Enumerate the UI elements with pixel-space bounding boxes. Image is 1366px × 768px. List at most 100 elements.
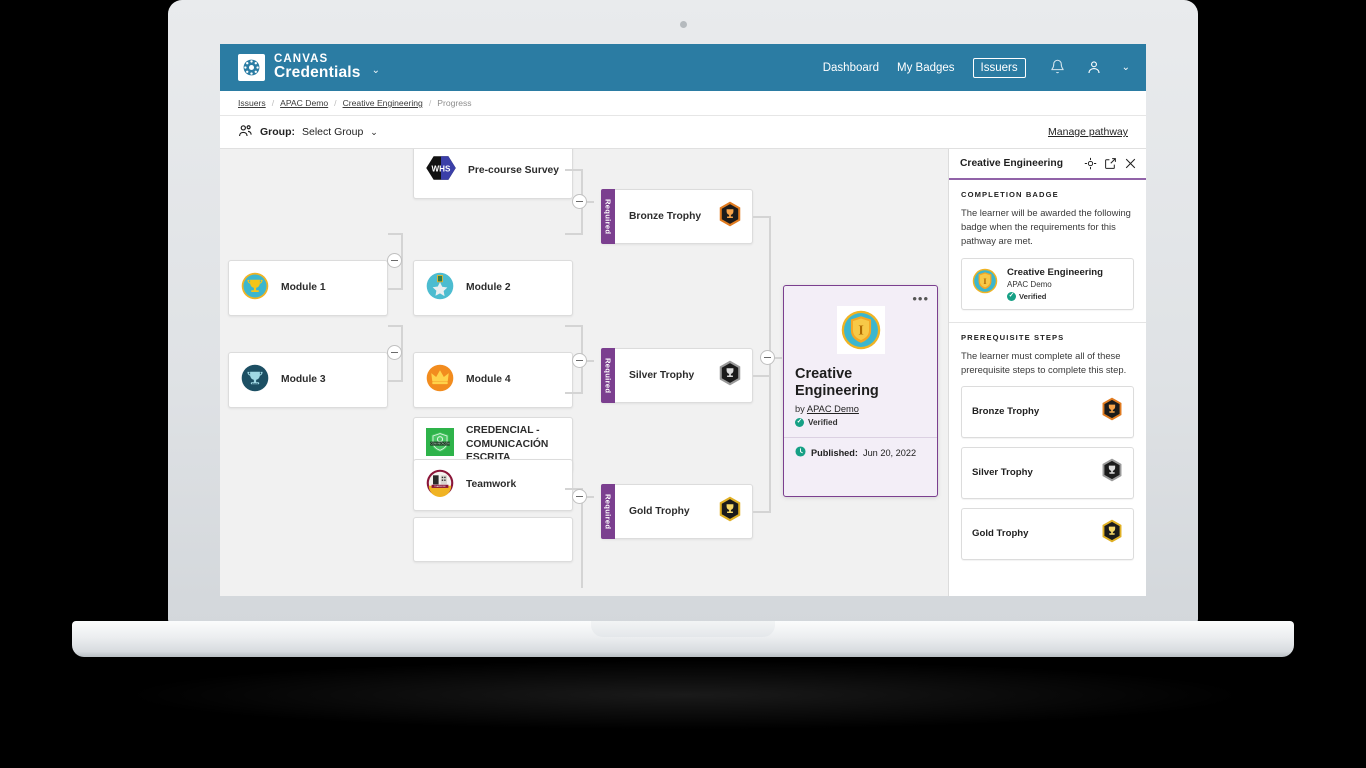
connector-toggle[interactable]: [572, 194, 587, 209]
breadcrumb-current-progress: Progress: [437, 98, 472, 108]
pathway-node-module-4[interactable]: Module 4: [413, 352, 573, 408]
pathway-toolbar: Group: Select Group ⌄ Manage pathway: [220, 116, 1146, 149]
card-verified-badge: ✓ Verified: [784, 414, 937, 428]
focus-icon[interactable]: [1084, 157, 1097, 170]
breadcrumb-separator: /: [271, 98, 275, 108]
svg-text:TEAMWORK: TEAMWORK: [434, 485, 446, 488]
laptop-camera: [679, 21, 687, 28]
account-chevron-down-icon[interactable]: ⌄: [1122, 62, 1130, 73]
silver-trophy-hex-badge-icon: [1101, 458, 1123, 487]
panel-actions: [1084, 157, 1137, 170]
required-strip: Required: [601, 189, 615, 244]
creative-engineering-badge-icon: I: [836, 306, 885, 354]
group-selector[interactable]: Group: Select Group ⌄: [238, 124, 378, 141]
chevron-down-icon[interactable]: ⌄: [372, 65, 380, 81]
card-title: Creative Engineering: [795, 366, 879, 400]
pathway-canvas[interactable]: Module 1 WHS Pre-course Survey Module 2 …: [220, 149, 1146, 596]
pathway-node-module-1[interactable]: Module 1: [228, 260, 388, 316]
section-heading: PREREQUISITE STEPS: [961, 332, 1065, 342]
bronze-trophy-hex-badge-icon: [1101, 397, 1123, 426]
completion-badge-text: Creative Engineering APAC Demo ✓ Verifie…: [1007, 267, 1103, 301]
required-node-gold-trophy[interactable]: Required Gold Trophy: [601, 484, 753, 539]
connector-toggle[interactable]: [572, 489, 587, 504]
account-icon[interactable]: [1086, 59, 1104, 77]
node-label: Module 1: [281, 282, 326, 294]
details-side-panel: Creative Engineering COMPLETION BADGE Th…: [948, 149, 1146, 596]
group-value: Select Group: [302, 126, 364, 138]
whs-hexagon-badge-icon: WHS: [426, 154, 456, 187]
prerequisite-step-bronze-trophy[interactable]: Bronze Trophy: [961, 385, 1134, 438]
group-label: Group:: [260, 126, 295, 138]
breadcrumb-item-issuers[interactable]: Issuers: [238, 98, 266, 108]
breadcrumb-item-apac-demo[interactable]: APAC Demo: [280, 98, 328, 108]
nav-issuers[interactable]: Issuers: [972, 57, 1026, 78]
gold-trophy-hex-badge-icon: [1101, 519, 1123, 548]
connector-toggle[interactable]: [760, 350, 775, 365]
svg-text:I: I: [983, 276, 987, 286]
check-icon: ✓: [1007, 291, 1016, 301]
card-verified-label: Verified: [808, 418, 838, 428]
required-body: Bronze Trophy: [615, 201, 752, 232]
step-label: Gold Trophy: [972, 528, 1029, 540]
required-strip: Required: [601, 348, 615, 403]
step-label: Bronze Trophy: [972, 406, 1040, 418]
chevron-down-icon: ⌄: [370, 126, 378, 137]
prerequisite-step-gold-trophy[interactable]: Gold Trophy: [961, 507, 1134, 560]
breadcrumb: Issuers / APAC Demo / Creative Engineeri…: [220, 91, 1146, 116]
teamwork-circular-badge-icon: TEAMWORK: [426, 469, 454, 502]
breadcrumb-separator: /: [334, 98, 337, 108]
completion-badge-section: COMPLETION BADGE The learner will be awa…: [949, 180, 1146, 322]
pathway-node-module-3[interactable]: Module 3: [228, 352, 388, 408]
brand-logo[interactable]: CANVAS Credentials ⌄: [238, 53, 380, 82]
laptop-shadow: [120, 660, 1250, 730]
required-body: Silver Trophy: [615, 360, 752, 391]
card-issuer-line: by APAC Demo: [784, 400, 937, 414]
node-label: Silver Trophy: [629, 370, 695, 381]
open-external-icon[interactable]: [1104, 157, 1117, 170]
card-overflow-menu-icon[interactable]: •••: [912, 292, 929, 305]
badge-issuer: APAC Demo: [1007, 279, 1052, 289]
breadcrumb-item-creative-engineering[interactable]: Creative Engineering: [343, 98, 423, 108]
laptop-frame: CANVAS Credentials ⌄ Dashboard My Badges…: [0, 0, 1366, 768]
bell-icon[interactable]: [1050, 59, 1068, 77]
pathway-node-empty[interactable]: [413, 517, 573, 562]
required-node-silver-trophy[interactable]: Required Silver Trophy: [601, 348, 753, 403]
nav-my-badges[interactable]: My Badges: [897, 62, 955, 74]
pathway-node-teamwork[interactable]: TEAMWORK Teamwork: [413, 459, 573, 511]
svg-text:I: I: [858, 323, 863, 338]
breadcrumb-separator: /: [428, 98, 432, 108]
node-label: Teamwork: [466, 479, 517, 491]
pathway-node-module-2[interactable]: Module 2: [413, 260, 573, 316]
star-medal-teal-badge-icon: [426, 272, 454, 305]
badge-verified: ✓ Verified: [1007, 291, 1103, 301]
svg-text:WHS: WHS: [432, 165, 451, 174]
completion-badge-card[interactable]: I Creative Engineering APAC Demo ✓ Verif…: [961, 257, 1134, 310]
node-label: Module 4: [466, 374, 511, 386]
section-description: The learner will be awarded the followin…: [961, 207, 1131, 246]
section-heading: COMPLETION BADGE: [961, 190, 1059, 199]
panel-header: Creative Engineering: [949, 149, 1146, 180]
manage-pathway-link[interactable]: Manage pathway: [1048, 126, 1128, 138]
node-label: Gold Trophy: [629, 506, 690, 517]
browser-viewport: CANVAS Credentials ⌄ Dashboard My Badges…: [220, 44, 1146, 596]
step-label: Silver Trophy: [972, 467, 1033, 479]
badge-verified-label: Verified: [1019, 291, 1047, 301]
selected-pathway-card[interactable]: ••• I Creative Engineering by APAC Demo …: [783, 285, 938, 497]
laptop-notch: [591, 621, 775, 637]
connector-toggle[interactable]: [387, 345, 402, 360]
app-header: CANVAS Credentials ⌄ Dashboard My Badges…: [220, 44, 1146, 91]
nav-dashboard[interactable]: Dashboard: [823, 62, 879, 74]
section-description: The learner must complete all of these p…: [961, 349, 1127, 375]
trophy-dark-teal-badge-icon: [241, 364, 269, 397]
connector-toggle[interactable]: [572, 353, 587, 368]
check-icon: ✓: [795, 418, 804, 428]
card-issuer-link[interactable]: APAC Demo: [807, 404, 859, 414]
pathway-node-pre-course-survey[interactable]: WHS Pre-course Survey: [413, 149, 573, 199]
connector-toggle[interactable]: [387, 253, 402, 268]
required-node-bronze-trophy[interactable]: Required Bronze Trophy: [601, 189, 753, 244]
prerequisite-step-silver-trophy[interactable]: Silver Trophy: [961, 446, 1134, 499]
badge-title: Creative Engineering: [1007, 266, 1103, 278]
required-body: Gold Trophy: [615, 496, 752, 527]
close-icon[interactable]: [1124, 157, 1137, 170]
green-shield-badge-icon: COMUNICACIÓN: [426, 428, 454, 461]
